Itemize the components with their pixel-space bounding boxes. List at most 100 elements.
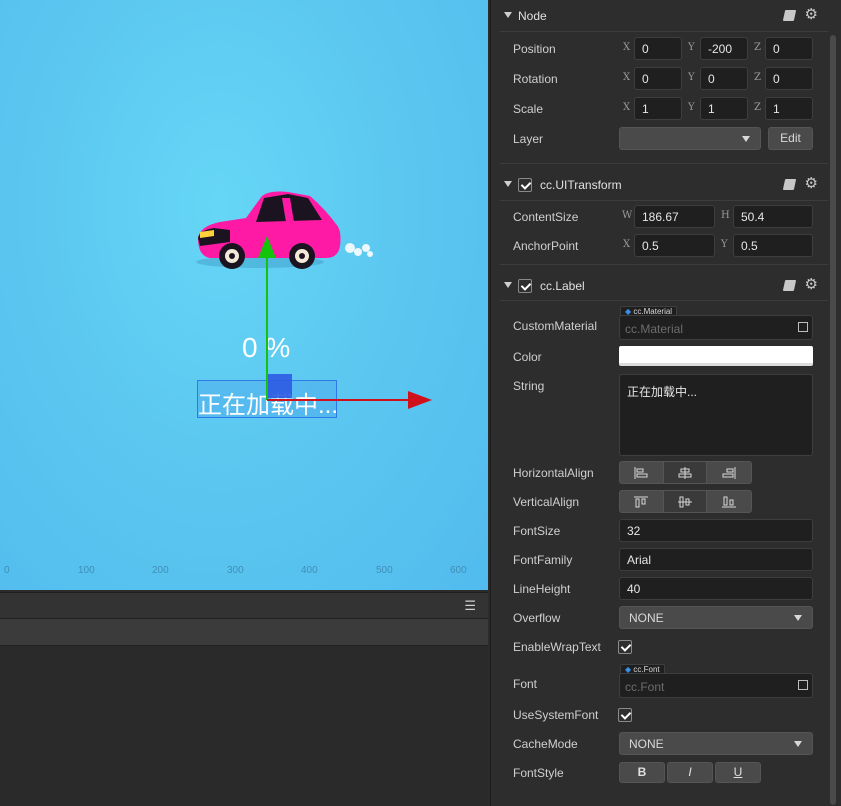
anchor-point-label: AnchorPoint — [513, 239, 579, 253]
custom-material-placeholder: cc.Material — [625, 322, 684, 336]
divider — [500, 200, 828, 201]
chevron-down-icon — [794, 615, 802, 621]
axis-x-label: X — [623, 42, 631, 53]
axis-y-label: Y — [721, 239, 728, 250]
asset-picker-icon[interactable] — [798, 322, 808, 332]
anchor-x-input[interactable]: 0.5 — [634, 234, 715, 257]
overflow-select-value: NONE — [629, 611, 664, 625]
help-book-icon[interactable] — [782, 280, 797, 291]
content-size-label: ContentSize — [513, 210, 579, 224]
label-section-title: cc.Label — [540, 279, 585, 293]
enable-wrap-text-checkbox[interactable] — [618, 640, 632, 654]
anchor-y-input[interactable]: 0.5 — [733, 234, 813, 257]
gear-icon[interactable]: ⚙ — [805, 7, 818, 22]
scale-x-input[interactable]: 1 — [634, 97, 682, 120]
gizmo-plane-handle[interactable] — [268, 374, 292, 398]
align-middle-icon[interactable] — [663, 491, 708, 512]
align-right-icon[interactable] — [707, 462, 751, 483]
font-size-input[interactable]: 32 — [619, 519, 813, 542]
overflow-select[interactable]: NONE — [619, 606, 813, 629]
collapse-triangle-icon[interactable] — [504, 181, 512, 187]
font-family-label: FontFamily — [513, 553, 573, 567]
node-section-title: Node — [518, 9, 547, 23]
rotation-x-input[interactable]: 0 — [634, 67, 682, 90]
axis-y-label: Y — [688, 42, 695, 53]
help-book-icon[interactable] — [782, 10, 797, 21]
cache-mode-select[interactable]: NONE — [619, 732, 813, 755]
font-size-label: FontSize — [513, 524, 561, 538]
font-label: Font — [513, 677, 538, 691]
scale-y-input[interactable]: 1 — [700, 97, 748, 120]
cache-mode-select-value: NONE — [629, 737, 664, 751]
layer-label: Layer — [513, 132, 544, 146]
string-label: String — [513, 379, 545, 393]
underline-button[interactable]: U — [715, 762, 761, 783]
custom-material-label: CustomMaterial — [513, 319, 598, 333]
divider — [500, 31, 828, 32]
axis-y-label: Y — [688, 72, 695, 83]
content-size-h-input[interactable]: 50.4 — [733, 205, 813, 228]
horizontal-align-group — [619, 461, 752, 484]
scale-z-input[interactable]: 1 — [765, 97, 813, 120]
align-bottom-icon[interactable] — [707, 491, 751, 512]
align-top-icon[interactable] — [620, 491, 664, 512]
font-family-input[interactable]: Arial — [619, 548, 813, 571]
string-textarea[interactable]: 正在加载中... — [619, 374, 813, 456]
move-gizmo[interactable] — [0, 0, 488, 590]
position-x-input[interactable]: 0 — [634, 37, 682, 60]
layer-edit-button[interactable]: Edit — [768, 127, 813, 150]
rotation-z-input[interactable]: 0 — [765, 67, 813, 90]
axis-z-label: Z — [754, 72, 761, 83]
axis-z-label: Z — [754, 102, 761, 113]
cache-mode-label: CacheMode — [513, 737, 578, 751]
label-enabled-checkbox[interactable] — [518, 279, 532, 293]
axis-x-label: X — [623, 239, 631, 250]
position-z-input[interactable]: 0 — [765, 37, 813, 60]
color-swatch[interactable] — [619, 346, 813, 366]
line-height-input[interactable]: 40 — [619, 577, 813, 600]
axis-y-label: Y — [688, 102, 695, 113]
bottom-panel-header: ☰ — [0, 592, 488, 618]
gear-icon[interactable]: ⚙ — [805, 277, 818, 292]
overflow-label: Overflow — [513, 611, 561, 625]
rotation-y-input[interactable]: 0 — [700, 67, 748, 90]
align-center-icon[interactable] — [663, 462, 708, 483]
gizmo-y-arrow-icon[interactable] — [258, 236, 276, 258]
inspector-scrollbar[interactable] — [830, 35, 836, 805]
node-section-header[interactable]: Node ⚙ — [500, 1, 828, 31]
asset-picker-icon[interactable] — [798, 680, 808, 690]
divider — [500, 163, 828, 164]
chevron-down-icon — [742, 136, 750, 142]
use-system-font-checkbox[interactable] — [618, 708, 632, 722]
uitransform-section-title: cc.UITransform — [540, 178, 622, 192]
panel-menu-icon[interactable]: ☰ — [464, 598, 476, 614]
layer-select[interactable] — [619, 127, 761, 150]
gizmo-x-arrow-icon[interactable] — [408, 391, 432, 409]
align-left-icon[interactable] — [620, 462, 664, 483]
position-y-input[interactable]: -200 — [700, 37, 748, 60]
axis-w-label: W — [622, 210, 633, 221]
bold-button[interactable]: B — [619, 762, 665, 783]
collapse-triangle-icon[interactable] — [504, 12, 512, 18]
font-asset-field[interactable]: cc.Font — [619, 673, 813, 698]
scene-view[interactable]: 0 100 200 300 400 500 600 0 % 正在加载中... — [0, 0, 488, 590]
help-book-icon[interactable] — [782, 179, 797, 190]
chevron-down-icon — [794, 741, 802, 747]
vertical-align-group — [619, 490, 752, 513]
use-system-font-label: UseSystemFont — [513, 708, 599, 722]
divider — [500, 264, 828, 265]
gear-icon[interactable]: ⚙ — [805, 176, 818, 191]
bottom-panel-toolbar — [0, 618, 488, 646]
collapse-triangle-icon[interactable] — [504, 282, 512, 288]
label-section-header[interactable]: cc.Label ⚙ — [500, 271, 828, 301]
font-asset-placeholder: cc.Font — [625, 680, 665, 694]
italic-button[interactable]: I — [667, 762, 713, 783]
uitransform-enabled-checkbox[interactable] — [518, 178, 532, 192]
editor-root: 0 100 200 300 400 500 600 0 % 正在加载中... ☰… — [0, 0, 841, 806]
content-size-w-input[interactable]: 186.67 — [634, 205, 715, 228]
rotation-label: Rotation — [513, 72, 558, 86]
uitransform-section-header[interactable]: cc.UITransform ⚙ — [500, 170, 828, 200]
font-style-label: FontStyle — [513, 766, 564, 780]
custom-material-field[interactable]: cc.Material — [619, 315, 813, 340]
enable-wrap-text-label: EnableWrapText — [513, 640, 601, 654]
